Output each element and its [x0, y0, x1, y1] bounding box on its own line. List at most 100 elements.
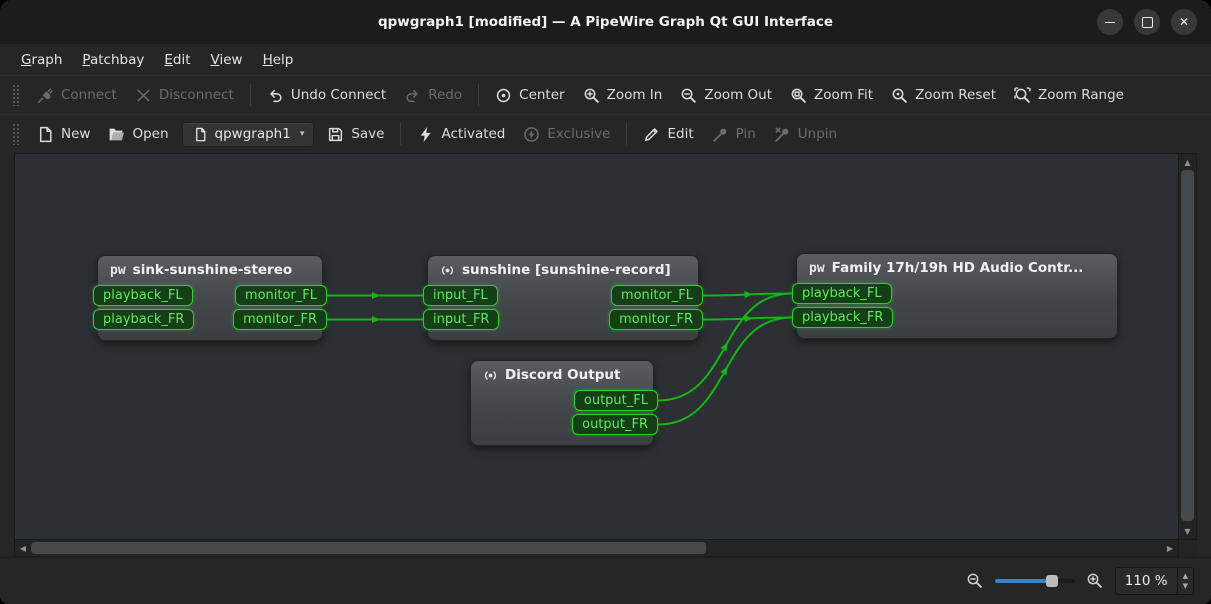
patchbay-file-select[interactable]: qpwgraph1▾: [182, 122, 315, 147]
node-title: sunshine [sunshine-record]: [428, 256, 698, 282]
pipewire-icon: pw: [809, 262, 825, 275]
pin-button[interactable]: Pin: [703, 121, 765, 148]
port-row: playback_FL: [797, 283, 1117, 304]
port-row: playback_FRmonitor_FR: [98, 309, 322, 330]
port-monitor_FL[interactable]: monitor_FL: [611, 285, 703, 306]
horizontal-scroll-thumb[interactable]: [31, 542, 706, 554]
scroll-up-icon[interactable]: ▲: [1179, 155, 1196, 169]
menu-help[interactable]: Help: [254, 48, 303, 72]
graph-canvas[interactable]: pwsink-sunshine-stereoplayback_FLmonitor…: [14, 153, 1179, 540]
unpin-button[interactable]: Unpin: [765, 121, 846, 148]
scrollbar-corner: [1180, 542, 1197, 557]
open-button[interactable]: Open: [99, 121, 177, 148]
toolbar-separator: [250, 84, 251, 106]
zoom-in-button[interactable]: Zoom In: [574, 82, 672, 109]
scroll-left-icon[interactable]: ◀: [16, 540, 30, 556]
port-output_FR[interactable]: output_FR: [572, 414, 658, 435]
disconnect-button[interactable]: Disconnect: [126, 82, 243, 109]
close-icon: ✕: [1179, 16, 1189, 28]
open-icon: [108, 126, 125, 143]
port-monitor_FR[interactable]: monitor_FR: [233, 309, 327, 330]
spin-down-icon[interactable]: ▼: [1178, 581, 1193, 591]
redo-icon: [404, 87, 421, 104]
node-title: pwFamily 17h/19h HD Audio Contr...: [797, 254, 1117, 280]
zoom-range-button[interactable]: Zoom Range: [1005, 82, 1133, 109]
save-button[interactable]: Save: [318, 121, 393, 148]
zoom-value: 110 %: [1116, 568, 1177, 594]
pipewire-icon: pw: [110, 264, 126, 277]
graph-node-sunshine[interactable]: sunshine [sunshine-record]input_FLmonito…: [427, 255, 699, 341]
graph-node-discord[interactable]: Discord Outputoutput_FLoutput_FR: [470, 360, 654, 446]
maximize-button[interactable]: [1134, 9, 1160, 35]
port-input_FR[interactable]: input_FR: [423, 309, 499, 330]
new-button[interactable]: New: [28, 121, 99, 148]
zoom-reset-button[interactable]: Zoom Reset: [882, 82, 1005, 109]
chevron-down-icon: ▾: [300, 129, 305, 139]
close-button[interactable]: ✕: [1171, 9, 1197, 35]
graph-node-sink[interactable]: pwsink-sunshine-stereoplayback_FLmonitor…: [97, 255, 323, 341]
port-playback_FL[interactable]: playback_FL: [792, 283, 892, 304]
menu-view[interactable]: View: [202, 48, 252, 72]
minimize-icon: [1105, 22, 1115, 23]
menu-graph[interactable]: Graph: [12, 48, 71, 72]
exclusive-icon: [523, 126, 540, 143]
pin-icon: [712, 126, 729, 143]
zoom-range-icon: [1014, 87, 1031, 104]
center-button[interactable]: Center: [486, 82, 573, 109]
zoom-out-button[interactable]: Zoom Out: [671, 82, 781, 109]
activated-button[interactable]: Activated: [408, 121, 514, 148]
undo-connect-button[interactable]: Undo Connect: [258, 82, 395, 109]
port-playback_FR[interactable]: playback_FR: [93, 309, 194, 330]
vertical-scrollbar[interactable]: ▲ ▼: [1178, 153, 1197, 540]
edit-button[interactable]: Edit: [634, 121, 702, 148]
port-playback_FL[interactable]: playback_FL: [93, 285, 193, 306]
titlebar[interactable]: qpwgraph1 [modified] — A PipeWire Graph …: [0, 0, 1211, 44]
graph-node-family[interactable]: pwFamily 17h/19h HD Audio Contr... playba…: [796, 253, 1118, 339]
maximize-icon: [1142, 17, 1153, 28]
save-icon: [327, 126, 344, 143]
node-title: Discord Output: [471, 361, 653, 387]
unpin-icon: [774, 126, 791, 143]
disconnect-icon: [135, 87, 152, 104]
exclusive-button[interactable]: Exclusive: [514, 121, 619, 148]
port-monitor_FL[interactable]: monitor_FL: [235, 285, 327, 306]
zoom-out-icon: [680, 87, 697, 104]
menu-patchbay[interactable]: Patchbay: [73, 48, 153, 72]
port-row: playback_FLmonitor_FL: [98, 285, 322, 306]
zoom-out-icon[interactable]: [966, 572, 984, 590]
vertical-scroll-thumb[interactable]: [1181, 170, 1194, 521]
connect-icon: [37, 87, 54, 104]
zoom-reset-icon: [891, 87, 908, 104]
zoom-spinbox[interactable]: 110 % ▲ ▼: [1115, 567, 1194, 595]
edit-icon: [643, 126, 660, 143]
port-output_FL[interactable]: output_FL: [574, 390, 658, 411]
zoom-spin-arrows: ▲ ▼: [1177, 568, 1193, 594]
window-controls: ✕: [1097, 0, 1197, 44]
port-monitor_FR[interactable]: monitor_FR: [609, 309, 703, 330]
spin-up-icon[interactable]: ▲: [1178, 571, 1193, 581]
zoom-slider-handle[interactable]: [1046, 575, 1058, 587]
minimize-button[interactable]: [1097, 9, 1123, 35]
scroll-right-icon[interactable]: ▶: [1163, 540, 1177, 556]
port-row: input_FRmonitor_FR: [428, 309, 698, 330]
port-row: output_FR: [471, 414, 653, 435]
menu-edit[interactable]: Edit: [155, 48, 199, 72]
redo-button[interactable]: Redo: [395, 82, 471, 109]
zoom-in-icon[interactable]: [1086, 572, 1104, 590]
zoom-fit-button[interactable]: Zoom Fit: [781, 82, 882, 109]
port-input_FL[interactable]: input_FL: [423, 285, 498, 306]
toolbar-separator: [626, 123, 627, 145]
file-icon: [192, 126, 209, 143]
toolbar-patchbay: NewOpenqpwgraph1▾Save ActivatedExclusive E…: [0, 114, 1211, 153]
toolbar-handle[interactable]: [12, 123, 19, 145]
port-row: playback_FR: [797, 307, 1117, 328]
undo-icon: [267, 87, 284, 104]
toolbar-handle[interactable]: [12, 84, 19, 106]
statusbar: 110 % ▲ ▼: [0, 557, 1211, 604]
port-playback_FR[interactable]: playback_FR: [792, 307, 893, 328]
connect-button[interactable]: Connect: [28, 82, 126, 109]
scroll-down-icon[interactable]: ▼: [1179, 524, 1196, 538]
horizontal-scrollbar[interactable]: ◀ ▶: [14, 539, 1179, 557]
record-icon: [483, 368, 498, 383]
zoom-slider[interactable]: [995, 579, 1075, 583]
